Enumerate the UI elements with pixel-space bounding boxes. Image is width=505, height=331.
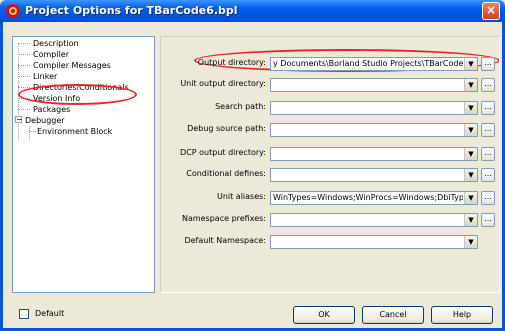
tree-branch [18,98,30,99]
tree-item-environment-block[interactable]: Environment Block [37,127,112,137]
debug-source-path-browse-button[interactable]: ... [481,123,495,137]
output-directory-label: Output directory: [197,58,266,67]
debug-source-path-combo[interactable]: ▼ [270,123,478,137]
unit-aliases-combo[interactable]: WinTypes=Windows;WinProcs=Windows;DbiTyp… [270,191,478,205]
unit-output-directory-label: Unit output directory: [180,79,266,88]
unit-output-directory-browse-button[interactable]: ... [481,78,495,92]
field-row-namespace-prefixes: Namespace prefixes: ▼ ... [161,213,501,227]
dcp-output-directory-browse-button[interactable]: ... [481,147,495,161]
chevron-down-icon[interactable]: ▼ [464,169,477,181]
field-row-search-path: Search path: ▼ ... [161,101,501,115]
unit-aliases-browse-button[interactable]: ... [481,191,495,205]
tree-branch [18,87,30,88]
dcp-output-directory-label: DCP output directory: [180,148,266,157]
tree-guide-line [18,43,19,139]
window-title: Project Options for TBarCode6.bpl [25,4,238,17]
tree-branch [18,54,30,55]
tree-item-packages[interactable]: Packages [33,105,70,115]
ok-button[interactable]: OK [293,306,355,324]
unit-aliases-value: WinTypes=Windows;WinProcs=Windows;DbiTyp… [273,193,463,202]
field-row-debug-source-path: Debug source path: ▼ ... [161,123,501,137]
tree-guide-line [29,126,30,139]
default-checkbox[interactable] [19,309,29,319]
options-panel: Output directory: y Documents\Borland St… [160,36,500,293]
conditional-defines-label: Conditional defines: [186,169,266,178]
field-row-conditional-defines: Conditional defines: ▼ ... [161,168,501,182]
unit-output-directory-combo[interactable]: ▼ [270,78,478,92]
chevron-down-icon[interactable]: ▼ [464,124,477,136]
tree-item-compiler-messages[interactable]: Compiler Messages [33,61,111,71]
tree-branch [18,43,30,44]
search-path-label: Search path: [215,102,266,111]
tree-collapse-toggle[interactable]: − [15,116,23,124]
tree-item-description[interactable]: Description [33,39,79,49]
conditional-defines-combo[interactable]: ▼ [270,168,478,182]
namespace-prefixes-browse-button[interactable]: ... [481,213,495,227]
close-button[interactable]: × [482,2,500,20]
tree-branch [29,131,36,132]
cancel-button[interactable]: Cancel [362,306,424,324]
search-path-browse-button[interactable]: ... [481,101,495,115]
tree-branch [18,109,30,110]
conditional-defines-browse-button[interactable]: ... [481,168,495,182]
chevron-down-icon[interactable]: ▼ [464,148,477,160]
chevron-down-icon[interactable]: ▼ [464,214,477,226]
chevron-down-icon[interactable]: ▼ [464,58,477,70]
options-tree[interactable]: Description Compiler Compiler Messages L… [12,36,155,293]
help-button[interactable]: Help [431,306,493,324]
tree-item-directories-conditionals[interactable]: Directories/Conditionals [33,83,129,93]
tree-item-debugger[interactable]: Debugger [25,116,65,126]
unit-aliases-label: Unit aliases: [216,192,266,201]
search-path-combo[interactable]: ▼ [270,101,478,115]
dcp-output-directory-combo[interactable]: ▼ [270,147,478,161]
default-namespace-label: Default Namespace: [184,236,266,245]
field-row-default-namespace: Default Namespace: ▼ [161,235,501,249]
field-row-unit-aliases: Unit aliases: WinTypes=Windows;WinProcs=… [161,191,501,205]
delphi-app-icon [6,4,20,18]
tree-item-version-info[interactable]: Version Info [33,94,80,104]
default-namespace-combo[interactable]: ▼ [270,235,478,249]
title-bar[interactable]: Project Options for TBarCode6.bpl × [0,0,505,22]
chevron-down-icon[interactable]: ▼ [464,102,477,114]
debug-source-path-label: Debug source path: [187,124,266,133]
tree-item-compiler[interactable]: Compiler [33,50,69,60]
chevron-down-icon[interactable]: ▼ [464,79,477,91]
output-directory-browse-button[interactable]: ... [481,57,495,71]
window-frame-left [0,22,3,331]
namespace-prefixes-combo[interactable]: ▼ [270,213,478,227]
chevron-down-icon[interactable]: ▼ [464,236,477,248]
output-directory-combo[interactable]: y Documents\Borland Studio Projects\TBar… [270,57,478,71]
output-directory-value: y Documents\Borland Studio Projects\TBar… [273,59,463,68]
chevron-down-icon[interactable]: ▼ [464,192,477,204]
namespace-prefixes-label: Namespace prefixes: [181,214,266,223]
tree-branch [18,76,30,77]
field-row-dcp-output-directory: DCP output directory: ▼ ... [161,147,501,161]
field-row-output-directory: Output directory: y Documents\Borland St… [161,57,501,71]
field-row-unit-output-directory: Unit output directory: ▼ ... [161,78,501,92]
default-checkbox-label[interactable]: Default [35,309,64,318]
tree-branch [18,65,30,66]
tree-item-linker[interactable]: Linker [33,72,57,82]
